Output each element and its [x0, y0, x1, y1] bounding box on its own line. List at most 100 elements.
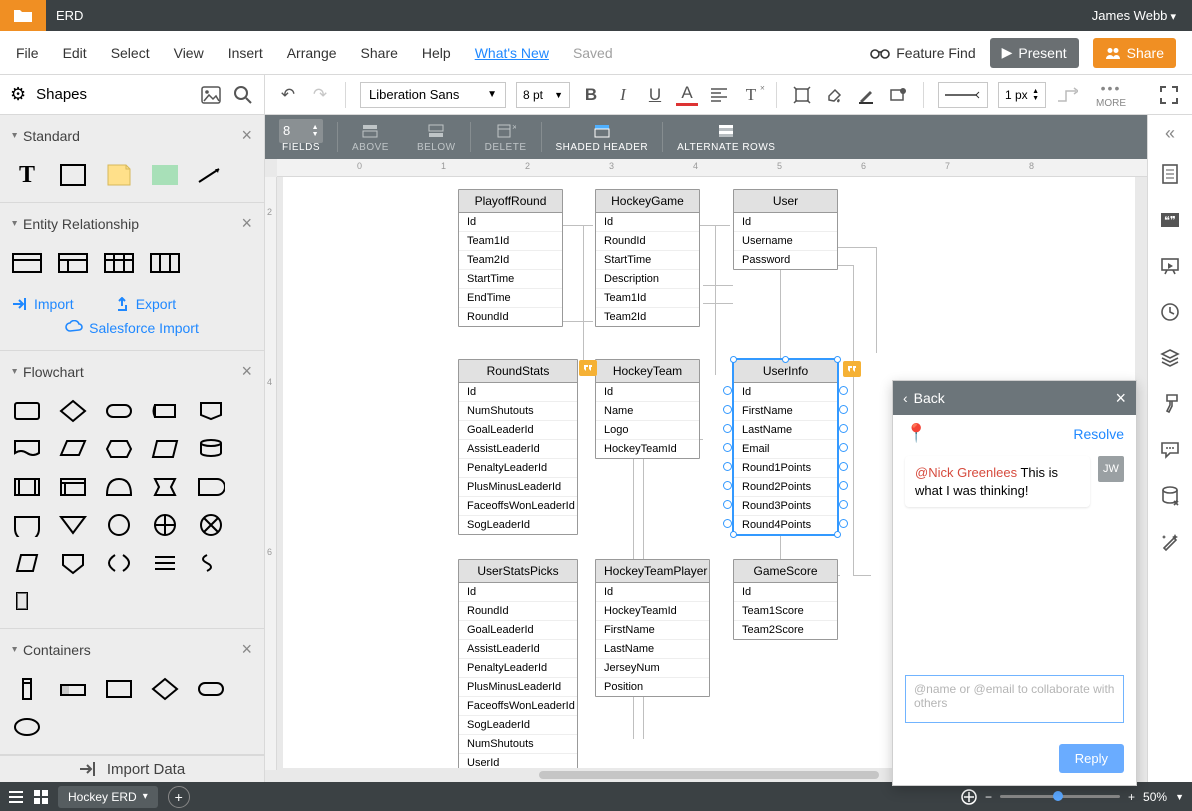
layers-icon[interactable]	[1153, 338, 1187, 378]
flowchart-shape[interactable]	[12, 436, 42, 462]
grid-view-icon[interactable]	[34, 790, 48, 804]
flowchart-shape[interactable]	[12, 550, 42, 576]
table-hockeygame[interactable]: HockeyGameIdRoundIdStartTimeDescriptionT…	[595, 189, 700, 327]
table-header[interactable]: HockeyTeam	[596, 360, 699, 383]
paint-icon[interactable]	[1153, 384, 1187, 424]
table-row[interactable]: Id	[596, 583, 709, 602]
table-row[interactable]: FaceoffsWonLeaderId	[459, 697, 577, 716]
close-icon[interactable]: ×	[1115, 388, 1126, 409]
italic-icon[interactable]: I	[612, 84, 634, 106]
section-entity-header[interactable]: Entity Relationship×	[0, 203, 264, 244]
table-row[interactable]: Team1Id	[596, 289, 699, 308]
bold-icon[interactable]: B	[580, 84, 602, 106]
table-row[interactable]: UserId	[459, 754, 577, 768]
table-row[interactable]: Team2Score	[734, 621, 837, 639]
flowchart-shape[interactable]	[58, 398, 88, 424]
table-row[interactable]: AssistLeaderId	[459, 440, 577, 459]
resolve-button[interactable]: Resolve	[1073, 426, 1124, 442]
flowchart-shape[interactable]	[12, 588, 42, 614]
table-row[interactable]: Id	[596, 213, 699, 232]
table-row[interactable]: Round1Points	[734, 459, 837, 478]
underline-icon[interactable]: U	[644, 84, 666, 106]
arrow-shape[interactable]	[196, 162, 226, 188]
insert-below[interactable]: BELOW	[403, 122, 470, 153]
add-page-button[interactable]: +	[168, 786, 190, 808]
image-icon[interactable]	[200, 84, 222, 106]
flowchart-shape[interactable]	[196, 512, 226, 538]
table-row[interactable]: Id	[734, 383, 837, 402]
quote-icon[interactable]: ❝❞	[1153, 200, 1187, 240]
reply-input[interactable]	[905, 675, 1124, 723]
insert-above[interactable]: ABOVE	[338, 122, 403, 153]
menu-select[interactable]: Select	[111, 45, 150, 61]
import-link[interactable]: Import	[12, 296, 74, 312]
flowchart-shape[interactable]	[12, 512, 42, 538]
menu-help[interactable]: Help	[422, 45, 451, 61]
erd-shape-4[interactable]	[150, 250, 180, 276]
table-row[interactable]: Team1Score	[734, 602, 837, 621]
zoom-value[interactable]: 50%	[1143, 790, 1167, 804]
magic-icon[interactable]	[1153, 522, 1187, 562]
table-user[interactable]: UserIdUsernamePassword	[733, 189, 838, 270]
more-menu[interactable]: ••• MORE	[1096, 80, 1126, 109]
flowchart-shape[interactable]	[196, 436, 226, 462]
flowchart-shape[interactable]	[12, 474, 42, 500]
shaded-header[interactable]: SHADED HEADER	[542, 122, 663, 153]
table-row[interactable]: Id	[734, 213, 837, 232]
table-row[interactable]: Round2Points	[734, 478, 837, 497]
flowchart-shape[interactable]	[196, 550, 226, 576]
table-row[interactable]: Email	[734, 440, 837, 459]
table-row[interactable]: StartTime	[459, 270, 562, 289]
feature-find[interactable]: Feature Find	[870, 45, 975, 61]
erd-shape-1[interactable]	[12, 250, 42, 276]
database-icon[interactable]	[1153, 476, 1187, 516]
font-select[interactable]: Liberation Sans ▼	[360, 82, 506, 108]
reply-button[interactable]: Reply	[1059, 744, 1124, 773]
close-icon[interactable]: ×	[241, 639, 252, 660]
flowchart-shape[interactable]	[150, 512, 180, 538]
section-standard-header[interactable]: Standard×	[0, 115, 264, 156]
table-row[interactable]: PenaltyLeaderId	[459, 659, 577, 678]
alternate-rows[interactable]: ALTERNATE ROWS	[663, 122, 789, 153]
line-width-select[interactable]: 1 px ▲▼	[998, 82, 1046, 108]
fill-bounds-icon[interactable]	[791, 84, 813, 106]
table-row[interactable]: GoalLeaderId	[459, 421, 577, 440]
flowchart-shape[interactable]	[150, 398, 180, 424]
fields-stepper[interactable]: 8▲▼	[279, 119, 323, 143]
text-shape[interactable]: T	[12, 162, 42, 188]
menu-view[interactable]: View	[174, 45, 204, 61]
flowchart-shape[interactable]	[58, 512, 88, 538]
table-row[interactable]: SogLeaderId	[459, 716, 577, 735]
table-row[interactable]: LastName	[734, 421, 837, 440]
table-row[interactable]: Team1Id	[459, 232, 562, 251]
table-row[interactable]: LastName	[596, 640, 709, 659]
fill-color-icon[interactable]	[823, 84, 845, 106]
table-row[interactable]: Id	[734, 583, 837, 602]
container-shape[interactable]	[12, 676, 42, 702]
erd-shape-2[interactable]	[58, 250, 88, 276]
menu-edit[interactable]: Edit	[63, 45, 87, 61]
table-row[interactable]: Id	[459, 583, 577, 602]
salesforce-import-link[interactable]: Salesforce Import	[0, 316, 264, 350]
flowchart-shape[interactable]	[104, 512, 134, 538]
erd-shape-3[interactable]	[104, 250, 134, 276]
table-row[interactable]: Team2Id	[459, 251, 562, 270]
fullscreen-icon[interactable]	[1158, 84, 1180, 106]
table-row[interactable]: Team2Id	[596, 308, 699, 326]
flowchart-shape[interactable]	[150, 474, 180, 500]
table-row[interactable]: Password	[734, 251, 837, 269]
close-icon[interactable]: ×	[241, 125, 252, 146]
table-row[interactable]: NumShutouts	[459, 402, 577, 421]
search-icon[interactable]	[232, 84, 254, 106]
table-row[interactable]: HockeyTeamId	[596, 440, 699, 458]
section-containers-header[interactable]: Containers×	[0, 629, 264, 670]
table-row[interactable]: Logo	[596, 421, 699, 440]
export-link[interactable]: Export	[114, 296, 176, 312]
table-row[interactable]: SogLeaderId	[459, 516, 577, 534]
delete-row[interactable]: × DELETE	[471, 122, 541, 153]
table-header[interactable]: PlayoffRound	[459, 190, 562, 213]
menu-arrange[interactable]: Arrange	[287, 45, 337, 61]
history-icon[interactable]	[1153, 292, 1187, 332]
flowchart-shape[interactable]	[58, 550, 88, 576]
container-shape[interactable]	[12, 714, 42, 740]
